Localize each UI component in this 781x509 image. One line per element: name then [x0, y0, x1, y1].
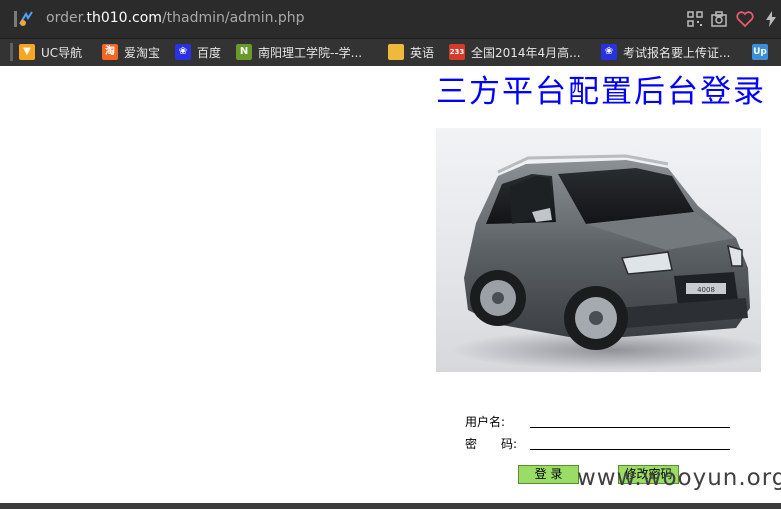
- lightning-icon[interactable]: [761, 9, 781, 29]
- bookmark-label: 英语: [410, 45, 435, 60]
- bookmark-label: 全国2014年4月高...: [471, 45, 581, 60]
- url-field[interactable]: order.th010.com/thadmin/admin.php: [46, 10, 305, 26]
- url-path: /thadmin/admin.php: [161, 10, 305, 26]
- baidu-paw-icon: ❀: [601, 44, 617, 60]
- url-prefix: order.: [46, 10, 87, 26]
- bottom-status-strip: [0, 503, 781, 509]
- site-favicon-icon: [14, 10, 36, 28]
- nyist-icon: N: [236, 44, 252, 60]
- uc-nav-icon: ▼: [19, 44, 35, 60]
- page-title: 三方平台配置后台登录: [436, 74, 766, 110]
- login-button[interactable]: 登 录: [518, 465, 579, 484]
- url-host: th010.com: [86, 10, 162, 26]
- password-label: 密 码:: [465, 437, 518, 451]
- watermark: www.wooyun.org: [577, 465, 781, 491]
- site-233-icon: 233: [449, 44, 465, 60]
- username-label: 用户名:: [465, 415, 506, 429]
- bookmark-exam-2014[interactable]: 233 全国2014年4月高...: [449, 43, 581, 61]
- taobao-icon: 淘: [102, 44, 118, 60]
- up-icon: Up: [752, 44, 768, 60]
- bookmark-label: 考试报名要上传证...: [623, 45, 731, 60]
- folder-icon: [388, 44, 404, 60]
- bookmark-label: UC导航: [41, 45, 83, 60]
- bookmarks-handle: [10, 43, 13, 61]
- bookmark-label: 南阳理工学院--学...: [258, 45, 363, 60]
- password-input[interactable]: [530, 449, 730, 450]
- bookmark-label: 爱淘宝: [124, 45, 161, 60]
- baidu-paw-icon: ❀: [175, 44, 191, 60]
- screenshot-icon[interactable]: [709, 9, 729, 29]
- car-photo: 4008: [436, 128, 761, 372]
- bookmark-uc-nav[interactable]: ▼ UC导航: [10, 43, 82, 61]
- username-input[interactable]: [530, 427, 730, 428]
- bookmark-taobao[interactable]: 淘 爱淘宝: [102, 43, 160, 61]
- browser-address-bar: order.th010.com/thadmin/admin.php: [0, 0, 781, 39]
- toolbar-right-icons: [681, 9, 781, 29]
- favorite-heart-icon[interactable]: [735, 9, 755, 29]
- bookmark-up[interactable]: Up: [752, 43, 774, 61]
- bookmark-label: 百度: [197, 45, 222, 60]
- bookmark-nyist[interactable]: N 南阳理工学院--学...: [236, 43, 362, 61]
- suv-car-illustration: 4008: [451, 154, 761, 370]
- qr-code-icon[interactable]: [685, 9, 705, 29]
- svg-text:4008: 4008: [697, 286, 715, 294]
- bookmark-baidu[interactable]: ❀ 百度: [175, 43, 221, 61]
- bookmark-exam-upload[interactable]: ❀ 考试报名要上传证...: [601, 43, 730, 61]
- bookmark-english-folder[interactable]: 英语: [388, 43, 434, 61]
- bookmarks-bar: ▼ UC导航 淘 爱淘宝 ❀ 百度 N 南阳理工学院--学... 英语 233 …: [0, 39, 781, 66]
